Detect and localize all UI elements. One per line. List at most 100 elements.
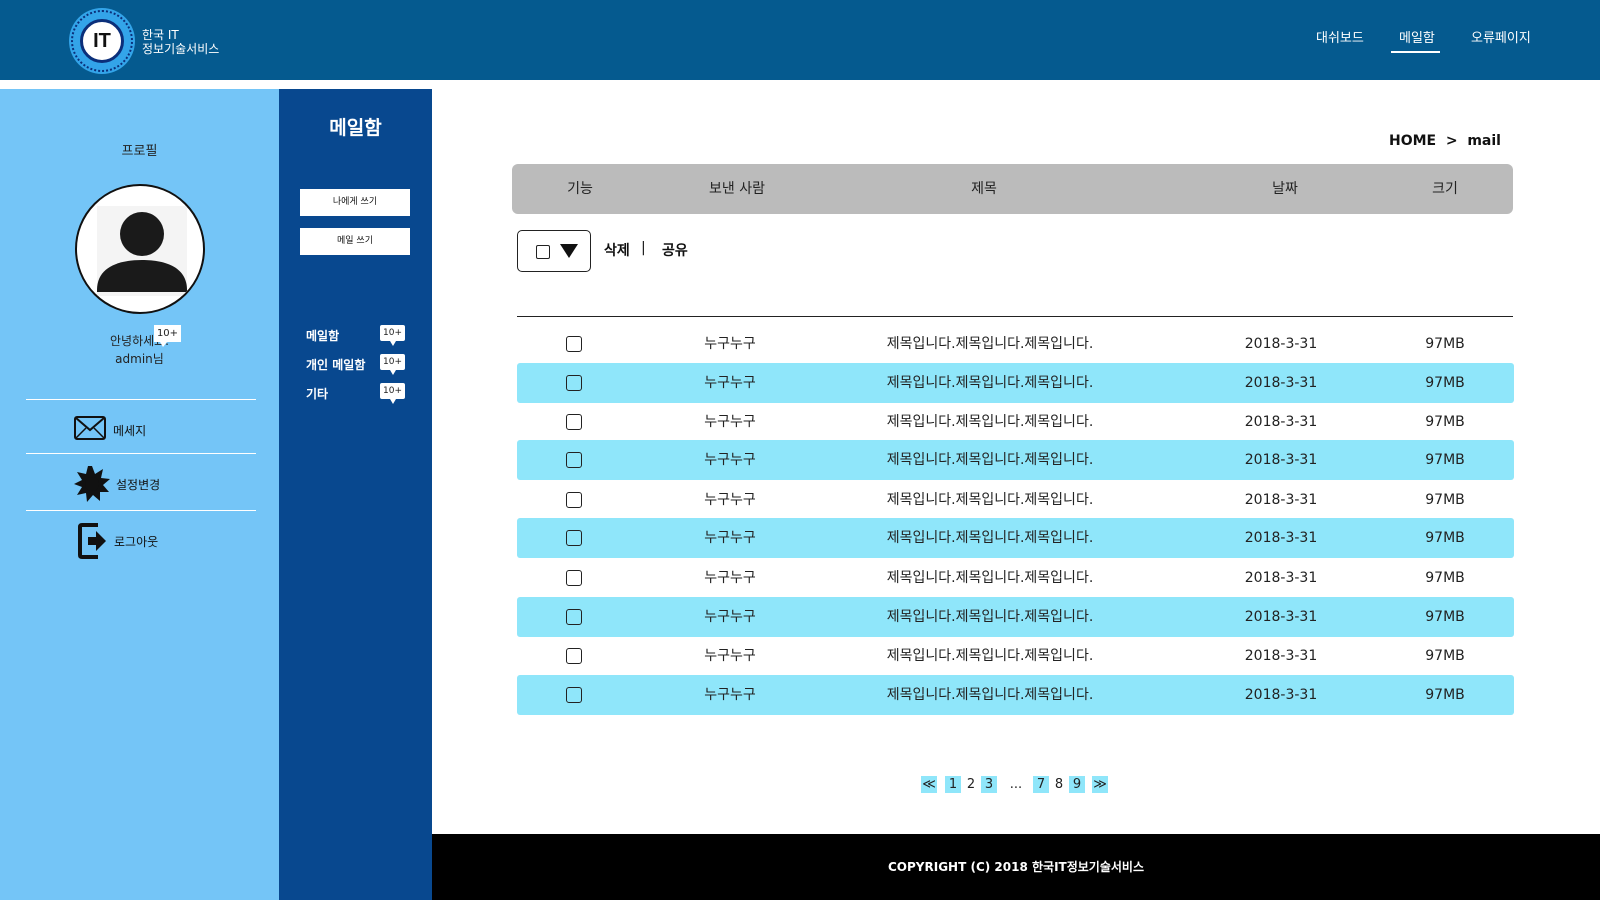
date-cell: 2018-3-31 xyxy=(1244,414,1318,430)
subject-cell[interactable]: 제목입니다.제목입니다.제목입니다. xyxy=(887,402,1094,442)
table-row[interactable]: 누구누구 제목입니다.제목입니다.제목입니다. 2018-3-31 97MB xyxy=(517,324,1514,364)
write-mail-button[interactable]: 메일 쓰기 xyxy=(300,228,410,255)
subject-cell[interactable]: 제목입니다.제목입니다.제목입니다. xyxy=(887,518,1094,558)
sender-cell: 누구누구 xyxy=(704,492,756,508)
table-row[interactable]: 누구누구 제목입니다.제목입니다.제목입니다. 2018-3-31 97MB xyxy=(517,480,1514,520)
nav-error-page[interactable]: 오류페이지 xyxy=(1471,27,1531,46)
table-row[interactable]: 누구누구 제목입니다.제목입니다.제목입니다. 2018-3-31 97MB xyxy=(517,636,1514,676)
page-ellipsis: ... xyxy=(1009,777,1023,792)
table-row[interactable]: 누구누구 제목입니다.제목입니다.제목입니다. 2018-3-31 97MB xyxy=(517,675,1514,715)
date-cell: 2018-3-31 xyxy=(1244,570,1318,586)
date-cell: 2018-3-31 xyxy=(1244,687,1318,703)
subject-cell[interactable]: 제목입니다.제목입니다.제목입니다. xyxy=(887,597,1094,637)
mail-sidebar: 메일함 나에게 쓰기 메일 쓰기 메일함 10+ 개인 메일함 10+ 기타 1… xyxy=(279,89,432,900)
nav-mailbox[interactable]: 메일함 xyxy=(1399,27,1435,46)
row-checkbox[interactable] xyxy=(566,530,582,546)
sender-cell: 누구누구 xyxy=(704,336,756,352)
mail-sidebar-title: 메일함 xyxy=(329,117,382,139)
top-header: IT 한국 IT 정보기술서비스 대쉬보드 메일함 오류페이지 xyxy=(0,0,1600,80)
folder-etc[interactable]: 기타 xyxy=(306,385,328,402)
folder-inbox-badge: 10+ xyxy=(380,325,405,346)
date-cell: 2018-3-31 xyxy=(1244,530,1318,546)
size-cell: 97MB xyxy=(1425,609,1465,625)
row-checkbox[interactable] xyxy=(566,570,582,586)
column-header-date[interactable]: 날짜 xyxy=(1272,164,1298,214)
user-silhouette-icon xyxy=(97,206,187,296)
date-cell: 2018-3-31 xyxy=(1244,609,1318,625)
logo-badge: IT xyxy=(80,19,124,63)
subject-cell[interactable]: 제목입니다.제목입니다.제목입니다. xyxy=(887,636,1094,676)
select-all-checkbox[interactable] xyxy=(536,245,550,259)
page-prev-button[interactable]: ≪ xyxy=(921,776,937,793)
page-2[interactable]: 2 xyxy=(964,776,978,793)
profile-sidebar: 프로필 안녕하세요. admin님 메세지 10+ 설정변경 로그아웃 xyxy=(0,89,279,900)
action-separator: | xyxy=(641,240,646,256)
row-checkbox[interactable] xyxy=(566,414,582,430)
logout-icon[interactable] xyxy=(78,523,108,563)
triangle-down-icon[interactable] xyxy=(560,244,578,258)
logo[interactable]: IT xyxy=(69,8,135,74)
row-checkbox[interactable] xyxy=(566,452,582,468)
date-cell: 2018-3-31 xyxy=(1244,375,1318,391)
table-header: 기능 보낸 사람 제목 날짜 크기 xyxy=(512,164,1513,214)
subject-cell[interactable]: 제목입니다.제목입니다.제목입니다. xyxy=(887,558,1094,598)
avatar[interactable] xyxy=(75,184,205,314)
table-row[interactable]: 누구누구 제목입니다.제목입니다.제목입니다. 2018-3-31 97MB xyxy=(517,363,1514,403)
size-cell: 97MB xyxy=(1425,492,1465,508)
sender-cell: 누구누구 xyxy=(704,530,756,546)
page-3[interactable]: 3 xyxy=(981,776,997,793)
page-9[interactable]: 9 xyxy=(1069,776,1085,793)
size-cell: 97MB xyxy=(1425,648,1465,664)
nav-active-indicator xyxy=(1391,51,1440,53)
column-header-function[interactable]: 기능 xyxy=(567,164,593,214)
row-checkbox[interactable] xyxy=(566,648,582,664)
table-row[interactable]: 누구누구 제목입니다.제목입니다.제목입니다. 2018-3-31 97MB xyxy=(517,440,1514,480)
write-to-self-button[interactable]: 나에게 쓰기 xyxy=(300,189,410,216)
copyright-text: COPYRIGHT (C) 2018 한국IT정보기술서비스 xyxy=(888,860,1144,874)
message-count-badge: 10+ xyxy=(154,325,181,347)
brand-name-line2: 정보기술서비스 xyxy=(142,42,220,56)
table-row[interactable]: 누구누구 제목입니다.제목입니다.제목입니다. 2018-3-31 97MB xyxy=(517,558,1514,598)
page-1[interactable]: 1 xyxy=(945,776,961,793)
folder-personal[interactable]: 개인 메일함 xyxy=(306,356,365,373)
menu-item-messages[interactable]: 메세지 xyxy=(113,422,146,439)
size-cell: 97MB xyxy=(1425,570,1465,586)
delete-button[interactable]: 삭제 xyxy=(604,240,630,260)
username: admin님 xyxy=(115,352,164,366)
share-button[interactable]: 공유 xyxy=(662,240,688,260)
column-header-sender[interactable]: 보낸 사람 xyxy=(709,164,765,214)
row-checkbox[interactable] xyxy=(566,375,582,391)
row-checkbox[interactable] xyxy=(566,492,582,508)
table-row[interactable]: 누구누구 제목입니다.제목입니다.제목입니다. 2018-3-31 97MB xyxy=(517,402,1514,442)
subject-cell[interactable]: 제목입니다.제목입니다.제목입니다. xyxy=(887,675,1094,715)
subject-cell[interactable]: 제목입니다.제목입니다.제목입니다. xyxy=(887,480,1094,520)
table-row[interactable]: 누구누구 제목입니다.제목입니다.제목입니다. 2018-3-31 97MB xyxy=(517,597,1514,637)
column-header-subject[interactable]: 제목 xyxy=(971,164,997,214)
gear-icon[interactable] xyxy=(74,466,110,506)
subject-cell[interactable]: 제목입니다.제목입니다.제목입니다. xyxy=(887,324,1094,364)
select-all-dropdown[interactable] xyxy=(517,230,591,272)
row-checkbox[interactable] xyxy=(566,336,582,352)
row-checkbox[interactable] xyxy=(566,687,582,703)
subject-cell[interactable]: 제목입니다.제목입니다.제목입니다. xyxy=(887,363,1094,403)
page-8[interactable]: 8 xyxy=(1052,776,1066,793)
row-checkbox[interactable] xyxy=(566,609,582,625)
sender-cell: 누구누구 xyxy=(704,570,756,586)
size-cell: 97MB xyxy=(1425,336,1465,352)
profile-heading: 프로필 xyxy=(121,144,158,159)
size-cell: 97MB xyxy=(1425,687,1465,703)
page-next-button[interactable]: ≫ xyxy=(1092,776,1108,793)
column-header-size[interactable]: 크기 xyxy=(1432,164,1458,214)
table-row[interactable]: 누구누구 제목입니다.제목입니다.제목입니다. 2018-3-31 97MB xyxy=(517,518,1514,558)
envelope-icon[interactable] xyxy=(74,416,106,444)
size-cell: 97MB xyxy=(1425,530,1465,546)
menu-item-settings[interactable]: 설정변경 xyxy=(116,476,160,493)
page-7[interactable]: 7 xyxy=(1033,776,1049,793)
folder-inbox[interactable]: 메일함 xyxy=(306,327,339,344)
menu-item-logout[interactable]: 로그아웃 xyxy=(114,533,158,550)
subject-cell[interactable]: 제목입니다.제목입니다.제목입니다. xyxy=(887,440,1094,480)
folder-personal-badge: 10+ xyxy=(380,354,405,375)
nav-dashboard[interactable]: 대쉬보드 xyxy=(1316,27,1364,46)
greeting-text: 안녕하세요. xyxy=(109,334,169,348)
menu-divider xyxy=(26,399,256,400)
